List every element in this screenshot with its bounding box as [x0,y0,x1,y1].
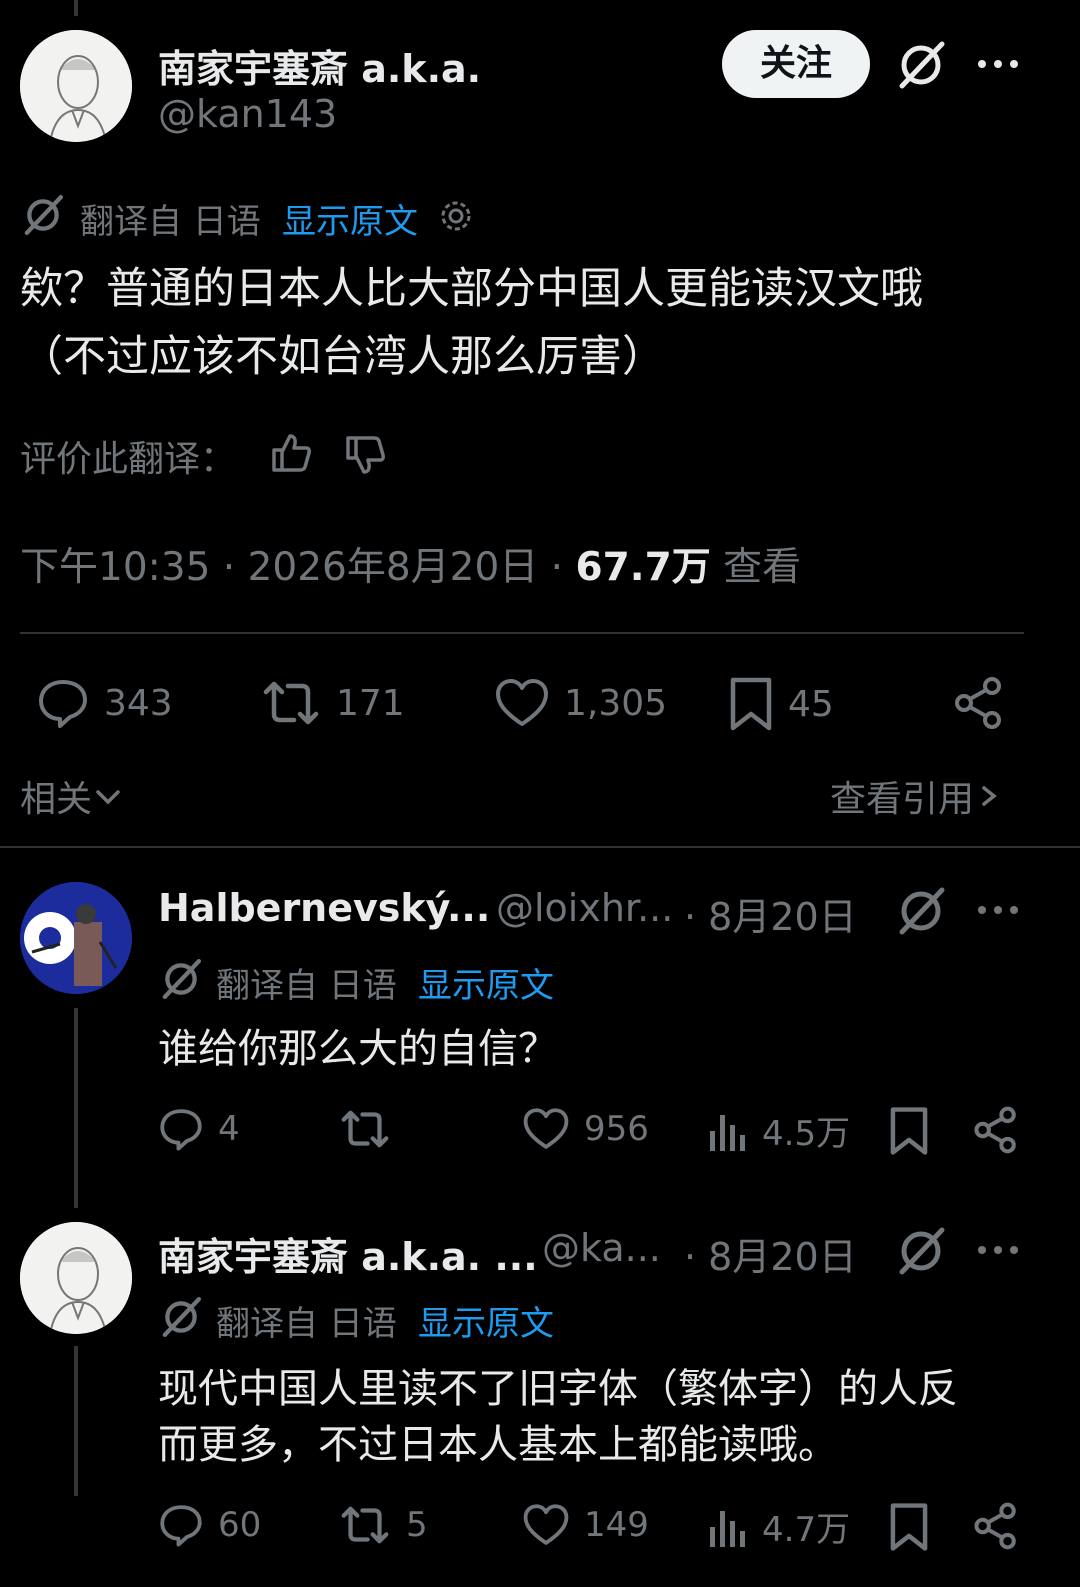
repost-button[interactable] [338,1106,406,1152]
divider [20,632,1024,634]
repost-count: 5 [406,1505,428,1545]
heart-icon [494,676,550,730]
translate-icon [20,192,66,238]
bookmark-icon[interactable] [888,1106,930,1156]
repost-button[interactable]: 171 [260,676,405,730]
more-dots-icon[interactable] [976,52,1020,76]
author-name[interactable]: Halbernevský... [158,886,490,930]
avatar[interactable] [20,1222,132,1334]
views-count: 4.7万 [762,1510,851,1550]
views-button[interactable]: 4.7万 [706,1502,850,1551]
translated-from-label: 翻译自 日语 [216,1304,397,1344]
reply-count: 343 [104,682,173,724]
post-meta: 下午10:35 · 2026年8月20日 · 67.7万 查看 [20,536,801,592]
repost-button[interactable]: 5 [338,1502,428,1548]
views-count: 67.7万 [575,545,711,590]
main-post: 南家宇塞斎 a.k.a. @kan143 关注 翻译自 日语 显示原文 欸？普通… [0,0,1080,850]
reply-count: 4 [218,1109,240,1149]
author-name[interactable]: 南家宇塞斎 a.k.a. ... [158,1226,538,1281]
heart-icon [522,1106,570,1152]
share-icon[interactable] [972,1106,1020,1154]
views-button[interactable]: 4.5万 [706,1106,850,1155]
reply-button[interactable]: 60 [158,1502,261,1548]
like-count: 149 [584,1505,649,1545]
translated-from-label: 翻译自 日语 [216,966,397,1006]
section-divider [0,846,1080,848]
repost-icon [338,1106,392,1152]
repost-count: 171 [336,682,405,724]
author-handle[interactable]: @ka... [542,1226,661,1270]
post-text-line-2: （不过应该不如台湾人那么厉害） [20,332,665,382]
related-toggle[interactable]: 相关 [20,770,124,822]
translate-icon [158,956,204,1002]
rate-translation-label: 评价此翻译： [20,439,237,480]
bookmark-icon[interactable] [888,1502,930,1552]
reply-text-line-1: 现代中国人里读不了旧字体（繁体字）的人反 [158,1366,958,1412]
bookmark-icon [728,676,774,732]
like-button[interactable]: 956 [522,1106,649,1152]
reply-text-line-2: 而更多，不过日本人基本上都能读哦。 [158,1422,838,1468]
related-label: 相关 [20,779,93,820]
reply-bubble-icon [158,1106,204,1152]
like-button[interactable]: 149 [522,1502,649,1548]
grok-slash-icon[interactable] [894,884,948,938]
avatar[interactable] [20,30,132,142]
translate-icon [158,1294,204,1340]
post-text-line-1: 欸？普通的日本人比大部分中国人更能读汉文哦 [20,264,923,314]
like-count: 956 [584,1109,649,1149]
reply-text: 谁给你那么大的自信？ [158,1026,558,1072]
bookmark-count: 45 [788,683,834,725]
views-bar-icon [706,1109,748,1153]
reply-button[interactable]: 343 [36,676,173,730]
reply-date[interactable]: · 8月20日 [684,1226,857,1281]
translated-from-label: 翻译自 日语 [80,202,261,242]
reply-button[interactable]: 4 [158,1106,240,1152]
chevron-right-icon [974,780,1004,812]
repost-icon [260,676,322,730]
grok-slash-icon[interactable] [894,38,948,92]
like-button[interactable]: 1,305 [494,676,667,730]
repost-icon [338,1502,392,1548]
reply-item[interactable]: 南家宇塞斎 a.k.a. ... @ka... · 8月20日 翻译自 日语 显… [0,1210,1080,1587]
show-original-link[interactable]: 显示原文 [418,1296,554,1345]
show-original-link[interactable]: 显示原文 [418,958,554,1007]
bookmark-button[interactable]: 45 [728,676,834,732]
views-bar-icon [706,1505,748,1549]
thread-line-top [74,0,78,16]
thread-line [74,1346,78,1496]
more-dots-icon[interactable] [976,898,1020,922]
reply-date[interactable]: · 8月20日 [684,886,857,941]
show-original-link[interactable]: 显示原文 [282,194,418,243]
avatar[interactable] [20,882,132,994]
follow-button[interactable]: 关注 [722,30,870,98]
thumbs-down-icon[interactable] [342,432,388,478]
heart-icon [522,1502,570,1548]
thread-line [74,1008,78,1208]
author-handle[interactable]: @kan143 [158,92,337,136]
share-icon[interactable] [952,676,1006,730]
views-count: 4.5万 [762,1114,851,1154]
view-quotes-link[interactable]: 查看引用 [830,770,1004,822]
author-name[interactable]: 南家宇塞斎 a.k.a. [158,38,481,93]
thumbs-up-icon[interactable] [268,430,314,476]
view-quotes-label: 查看引用 [830,779,975,820]
views-label: 查看 [723,545,802,590]
reply-count: 60 [218,1505,262,1545]
gear-icon[interactable] [436,196,476,236]
share-icon[interactable] [972,1502,1020,1550]
chevron-down-icon [92,780,124,812]
reply-bubble-icon [158,1502,204,1548]
grok-slash-icon[interactable] [894,1224,948,1278]
author-handle[interactable]: @loixhr... [496,886,673,930]
more-dots-icon[interactable] [976,1238,1020,1262]
post-time[interactable]: 下午10:35 · 2026年8月20日 · [20,545,563,590]
reply-item[interactable]: Halbernevský... @loixhr... · 8月20日 翻译自 日… [0,850,1080,1210]
like-count: 1,305 [564,682,668,724]
reply-bubble-icon [36,676,90,730]
